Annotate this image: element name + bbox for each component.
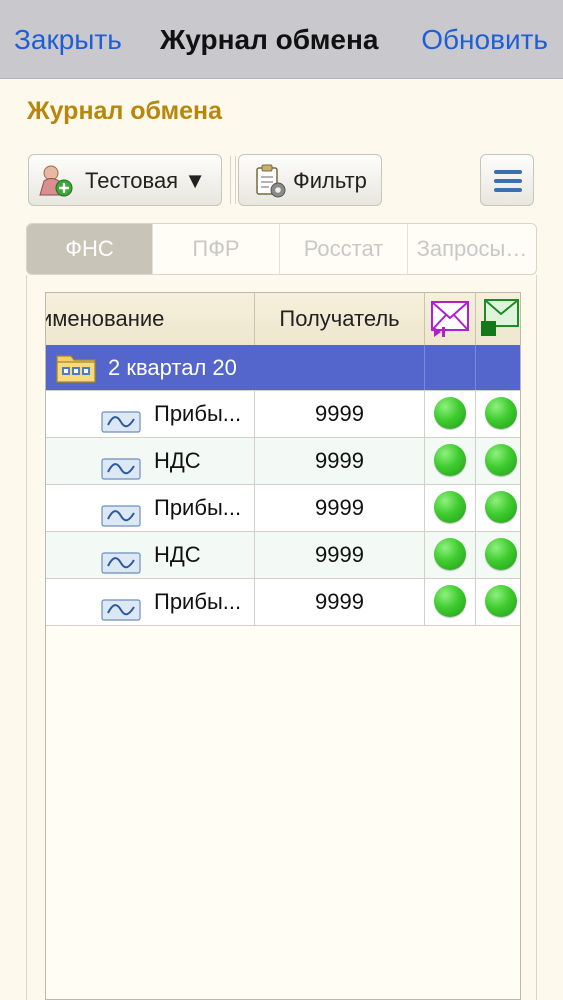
- recipient-cell: 9999: [255, 438, 425, 484]
- group-name-cell: 2 квартал 20: [46, 345, 425, 390]
- tab-fns[interactable]: ФНС: [27, 224, 153, 274]
- mode-label: Тестовая ▼: [85, 168, 206, 193]
- tab-bar: ФНС ПФР Росстат Запросы…: [26, 223, 537, 275]
- status-dot-green-icon: [434, 491, 466, 523]
- name-cell: Прибы...: [46, 579, 255, 625]
- name-cell: Прибы...: [46, 391, 255, 437]
- nav-title: Журнал обмена: [160, 24, 379, 55]
- page-title: Журнал обмена: [27, 97, 223, 125]
- document-wave-icon: [101, 544, 141, 578]
- sent-status-cell: [425, 579, 476, 625]
- name-cell: НДС: [46, 438, 255, 484]
- close-button[interactable]: Закрыть: [14, 20, 122, 60]
- envelope-received-icon: [481, 299, 519, 345]
- mode-dropdown-button[interactable]: Тестовая ▼: [28, 154, 222, 206]
- menu-button[interactable]: [480, 154, 534, 206]
- exchange-log-table[interactable]: именование Получатель 2 квартал 20 Прибы…: [45, 292, 521, 1000]
- recipient-cell: 9999: [255, 579, 425, 625]
- folder-icon: [56, 351, 96, 390]
- document-wave-icon: [101, 450, 141, 484]
- envelope-outgoing-icon: [431, 301, 469, 345]
- table-row[interactable]: Прибы... 9999: [46, 391, 520, 438]
- sent-status-cell: [425, 438, 476, 484]
- document-wave-icon: [101, 403, 141, 437]
- recipient-cell: 9999: [255, 532, 425, 578]
- table-row[interactable]: Прибы... 9999: [46, 485, 520, 532]
- navigation-bar: Закрыть Журнал обмена Обновить: [0, 0, 563, 79]
- column-header-sent[interactable]: [425, 293, 476, 345]
- column-header-recipient[interactable]: Получатель: [255, 293, 425, 345]
- hamburger-menu-icon: [494, 169, 522, 193]
- document-wave-icon: [101, 591, 141, 625]
- document-wave-icon: [101, 497, 141, 531]
- table-row[interactable]: НДС 9999: [46, 532, 520, 579]
- sent-status-cell: [425, 391, 476, 437]
- column-header-received[interactable]: [476, 293, 520, 345]
- sent-status-cell: [425, 532, 476, 578]
- document-name: Прибы...: [154, 495, 242, 520]
- name-cell: НДС: [46, 532, 255, 578]
- table-row[interactable]: НДС 9999: [46, 438, 520, 485]
- document-name: Прибы...: [154, 589, 242, 614]
- tab-rosstat[interactable]: Росстат: [280, 224, 408, 274]
- document-name: НДС: [154, 448, 201, 473]
- group-status-received: [476, 345, 520, 390]
- recipient-cell: 9999: [255, 391, 425, 437]
- users-add-icon: [37, 164, 73, 198]
- group-status-sent: [425, 345, 476, 390]
- clipboard-gear-icon: [253, 163, 287, 199]
- sent-status-cell: [425, 485, 476, 531]
- table-header: именование Получатель: [46, 293, 520, 346]
- filter-button[interactable]: Фильтр: [238, 154, 382, 206]
- recipient-cell: 9999: [255, 485, 425, 531]
- group-label: 2 квартал 20: [108, 355, 237, 380]
- table-row[interactable]: Прибы... 9999: [46, 579, 520, 626]
- status-dot-green-icon: [485, 585, 517, 617]
- received-status-cell: [476, 579, 520, 625]
- status-dot-green-icon: [485, 538, 517, 570]
- refresh-button[interactable]: Обновить: [421, 20, 548, 60]
- toolbar-divider: [230, 156, 236, 204]
- tab-requests[interactable]: Запросы…: [408, 224, 536, 274]
- status-dot-green-icon: [485, 397, 517, 429]
- received-status-cell: [476, 391, 520, 437]
- tab-pfr[interactable]: ПФР: [153, 224, 280, 274]
- status-dot-green-icon: [434, 444, 466, 476]
- name-cell: Прибы...: [46, 485, 255, 531]
- status-dot-green-icon: [485, 444, 517, 476]
- column-header-name[interactable]: именование: [46, 293, 255, 345]
- group-row[interactable]: 2 квартал 20: [46, 345, 520, 391]
- status-dot-green-icon: [434, 397, 466, 429]
- status-dot-green-icon: [434, 585, 466, 617]
- document-name: Прибы...: [154, 401, 242, 426]
- received-status-cell: [476, 485, 520, 531]
- document-name: НДС: [154, 542, 201, 567]
- status-dot-green-icon: [485, 491, 517, 523]
- filter-label: Фильтр: [293, 168, 367, 193]
- received-status-cell: [476, 532, 520, 578]
- status-dot-green-icon: [434, 538, 466, 570]
- received-status-cell: [476, 438, 520, 484]
